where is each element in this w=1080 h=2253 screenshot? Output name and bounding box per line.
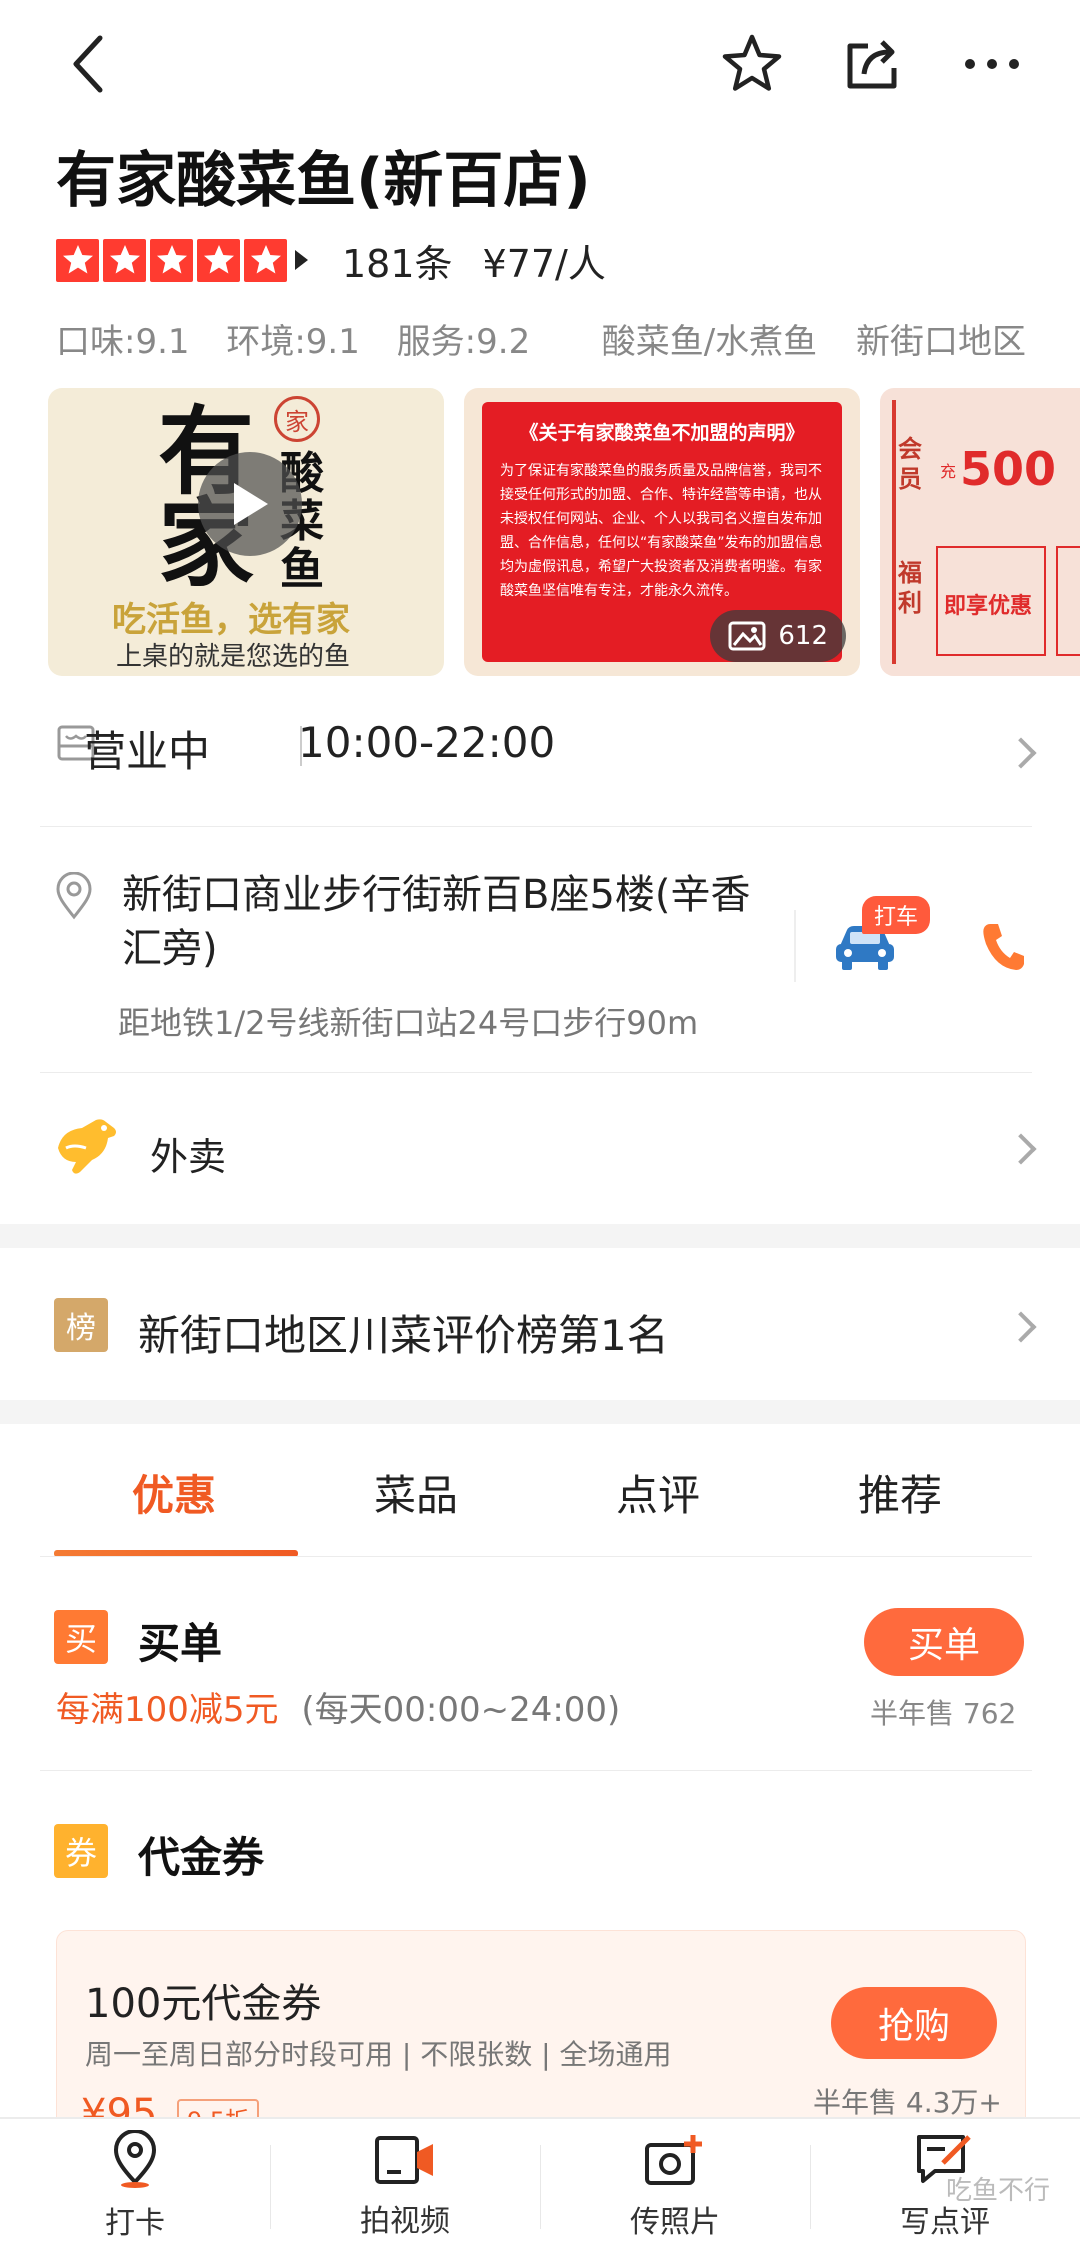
rating-star-icon	[197, 238, 240, 282]
buy-voucher-button[interactable]: 抢购	[831, 1987, 997, 2059]
phone-icon[interactable]	[980, 920, 1026, 976]
photo-count: 612	[778, 621, 828, 651]
ranking-text: 新街口地区川菜评价榜第1名	[138, 1311, 669, 1360]
category-tag[interactable]: 酸菜鱼/水煮鱼	[602, 322, 817, 362]
image-icon	[728, 621, 766, 651]
play-icon[interactable]	[198, 452, 302, 556]
checkin-button[interactable]: 打卡	[0, 2119, 270, 2253]
brand-subslogan: 上桌的就是您选的鱼	[116, 642, 351, 672]
statement-body: 为了保证有家酸菜鱼的服务质量及品牌信誉，我司不接受任何形式的加盟、合作、特许经营…	[500, 463, 823, 599]
rating-star-icon	[56, 238, 99, 282]
ranking-row[interactable]: 榜 新街口地区川菜评价榜第1名	[40, 1250, 1040, 1400]
area-tag[interactable]: 新街口地区	[856, 322, 1026, 362]
voucher-desc: 周一至周日部分时段可用 | 不限张数 | 全场通用	[85, 2038, 672, 2071]
divider	[40, 1556, 1032, 1557]
takeout-kangaroo-icon	[52, 1114, 122, 1184]
average-price: ¥77/人	[482, 241, 606, 286]
rating-star-icon	[103, 238, 146, 282]
shoot-video-button[interactable]: 拍视频	[270, 2119, 540, 2253]
favorite-star-icon[interactable]	[716, 28, 788, 100]
section-separator	[0, 1400, 1080, 1424]
rating-arrow-icon	[295, 250, 308, 270]
tab-dishes[interactable]: 菜品	[374, 1462, 458, 1523]
shop-name: 有家酸菜鱼(新百店)	[56, 146, 591, 216]
photo-count-badge[interactable]: 612	[710, 610, 846, 662]
tab-recommend[interactable]: 推荐	[858, 1462, 942, 1523]
divider	[40, 1072, 1032, 1073]
photo-upload-icon	[645, 2135, 702, 2185]
promo-amount: 500	[960, 442, 1057, 496]
pay-promo: 每满100减5元	[56, 1690, 279, 1730]
voucher-name: 100元代金券	[85, 1981, 322, 2027]
watermark: 吃鱼不行	[945, 2176, 1050, 2206]
voucher-title: 代金券	[138, 1833, 265, 1882]
promo-box-2	[1056, 546, 1080, 656]
upload-photo-label: 传照片	[630, 2205, 720, 2240]
review-count: 181条	[342, 241, 453, 286]
member-promo-photo[interactable]: 会员 福利 充 500 即享优惠	[880, 388, 1080, 676]
pay-button[interactable]: 买单	[864, 1608, 1024, 1676]
rating-star-icon	[150, 238, 193, 282]
photo-gallery[interactable]: 家 有家 酸菜鱼 吃活鱼，选有家 上桌的就是您选的鱼 《关于有家酸菜鱼不加盟的声…	[48, 388, 1080, 678]
promo-benefit: 即享优惠	[944, 594, 1033, 619]
brand-seal: 家	[274, 396, 320, 442]
location-icon	[54, 871, 94, 924]
rating-row[interactable]: 181条 ¥77/人	[56, 232, 606, 288]
top-bar	[0, 0, 1080, 130]
promo-label-member: 会员	[898, 435, 922, 493]
tab-reviews[interactable]: 点评	[616, 1462, 700, 1523]
takeout-row[interactable]: 外卖	[40, 1074, 1040, 1224]
video-thumbnail[interactable]: 家 有家 酸菜鱼 吃活鱼，选有家 上桌的就是您选的鱼	[48, 388, 444, 676]
bottom-action-bar: 打卡 拍视频 传照片 写点评	[0, 2117, 1080, 2253]
star-rating	[56, 238, 287, 282]
pay-title: 买单	[138, 1619, 223, 1668]
business-hours: 10:00-22:00	[298, 718, 556, 767]
promo-box: 即享优惠	[936, 546, 1046, 656]
pay-sold-count: 半年售 762	[870, 1697, 1017, 1730]
address-text[interactable]: 新街口商业步行街新百B座5楼(辛香汇旁)	[122, 868, 782, 976]
taxi-label[interactable]: 打车	[862, 896, 931, 934]
pay-promo-time: (每天00:00~24:00)	[301, 1690, 621, 1730]
statement-title: 《关于有家酸菜鱼不加盟的声明》	[519, 422, 805, 444]
back-icon[interactable]	[52, 28, 124, 100]
divider	[40, 826, 1032, 827]
address-separator	[794, 910, 796, 982]
takeout-label: 外卖	[150, 1135, 227, 1179]
chevron-right-icon	[1005, 1311, 1037, 1343]
more-icon[interactable]	[956, 28, 1028, 100]
statement-photo[interactable]: 《关于有家酸菜鱼不加盟的声明》 为了保证有家酸菜鱼的服务质量及品牌信誉，我司不接…	[464, 388, 860, 676]
pay-promo-row: 每满100减5元 (每天00:00~24:00)	[56, 1682, 620, 1731]
promo-charge: 充	[940, 462, 957, 481]
share-icon[interactable]	[836, 28, 908, 100]
promo-label-benefit: 福利	[898, 559, 922, 617]
upload-photo-button[interactable]: 传照片	[540, 2119, 810, 2253]
shoot-video-label: 拍视频	[360, 2204, 450, 2239]
taste-score: 口味:9.1	[56, 322, 190, 362]
chevron-right-icon	[1005, 737, 1037, 769]
location-pin-icon	[113, 2130, 157, 2188]
checkin-label: 打卡	[105, 2206, 165, 2241]
chevron-right-icon	[1005, 1133, 1037, 1165]
tab-offers[interactable]: 优惠	[132, 1462, 216, 1523]
subway-distance: 距地铁1/2号线新街口站24号口步行90m	[118, 1004, 699, 1042]
rating-star-icon	[244, 238, 287, 282]
voucher-sold-count: 半年售 4.3万+	[813, 2086, 1002, 2119]
video-camera-icon	[375, 2136, 433, 2184]
environment-score: 环境:9.1	[226, 322, 360, 362]
score-row: 口味:9.1 环境:9.1 服务:9.2 酸菜鱼/水煮鱼 新街口地区	[56, 314, 1026, 364]
service-score: 服务:9.2	[396, 322, 531, 362]
divider	[40, 1770, 1032, 1771]
brand-slogan: 吃活鱼，选有家	[112, 600, 350, 640]
business-status: 营业中	[84, 727, 211, 776]
voucher-badge-icon: 券	[54, 1824, 108, 1878]
ranking-badge-icon: 榜	[54, 1298, 108, 1352]
section-separator	[0, 1224, 1080, 1248]
pay-badge-icon: 买	[54, 1610, 108, 1664]
promo-border	[892, 400, 896, 664]
